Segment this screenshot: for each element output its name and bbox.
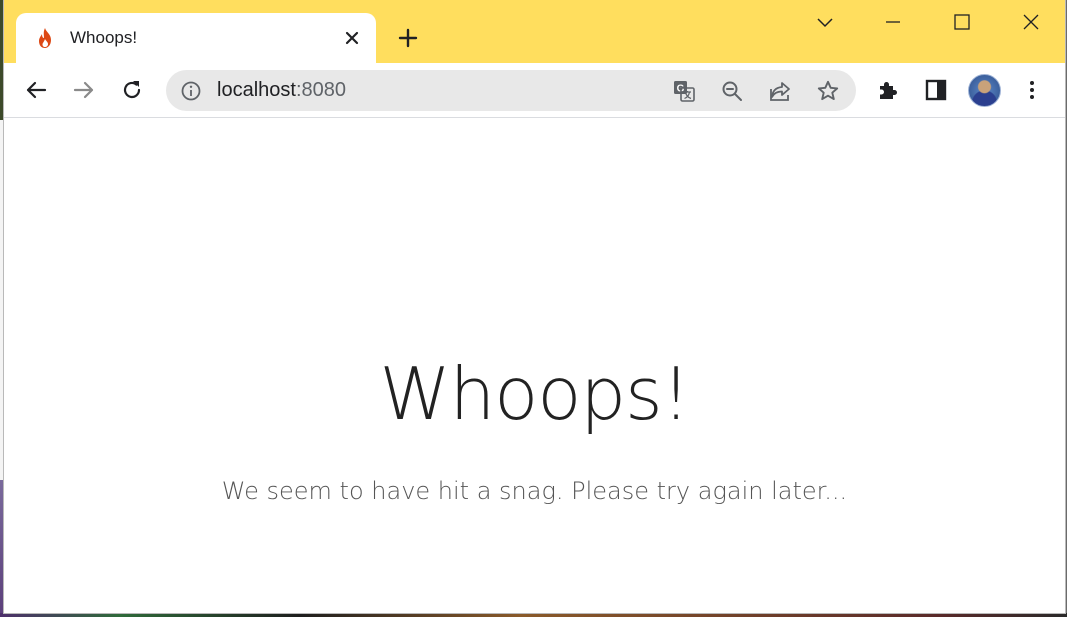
- chevron-down-icon[interactable]: [805, 8, 845, 36]
- kebab-menu-icon[interactable]: [1014, 72, 1050, 108]
- url-port: :8080: [295, 79, 346, 101]
- maximize-icon[interactable]: [942, 8, 982, 36]
- minimize-icon[interactable]: [873, 8, 913, 36]
- forward-arrow-icon[interactable]: [66, 72, 102, 108]
- info-icon[interactable]: [180, 80, 202, 102]
- avatar[interactable]: [968, 74, 1001, 107]
- close-icon[interactable]: [341, 27, 363, 49]
- tab-active[interactable]: Whoops!: [16, 13, 376, 63]
- zoom-out-icon[interactable]: [719, 78, 745, 104]
- browser-toolbar: localhost:8080 G: [4, 63, 1065, 118]
- puzzle-icon[interactable]: [870, 72, 906, 108]
- url-host: localhost: [217, 79, 296, 101]
- plus-icon[interactable]: [394, 24, 422, 52]
- close-window-icon[interactable]: [1011, 8, 1051, 36]
- translate-icon[interactable]: G: [671, 78, 697, 104]
- side-panel-icon[interactable]: [918, 72, 954, 108]
- reload-icon[interactable]: [114, 72, 150, 108]
- page-title: Whoops!: [379, 352, 690, 436]
- tab-title: Whoops!: [70, 28, 138, 47]
- back-arrow-icon[interactable]: [18, 72, 54, 108]
- flame-icon: [36, 27, 54, 49]
- page-content: Whoops! We seem to have hit a snag. Plea…: [4, 119, 1065, 613]
- address-bar[interactable]: localhost:8080 G: [166, 70, 856, 111]
- tab-strip: Whoops!: [4, 0, 1065, 63]
- url-text[interactable]: localhost:8080: [217, 79, 346, 102]
- share-icon[interactable]: [767, 78, 793, 104]
- error-message: We seem to have hit a snag. Please try a…: [221, 477, 848, 505]
- star-icon[interactable]: [815, 78, 841, 104]
- browser-window: Whoops! localhost:8080 G Whoops! We seem…: [3, 0, 1066, 614]
